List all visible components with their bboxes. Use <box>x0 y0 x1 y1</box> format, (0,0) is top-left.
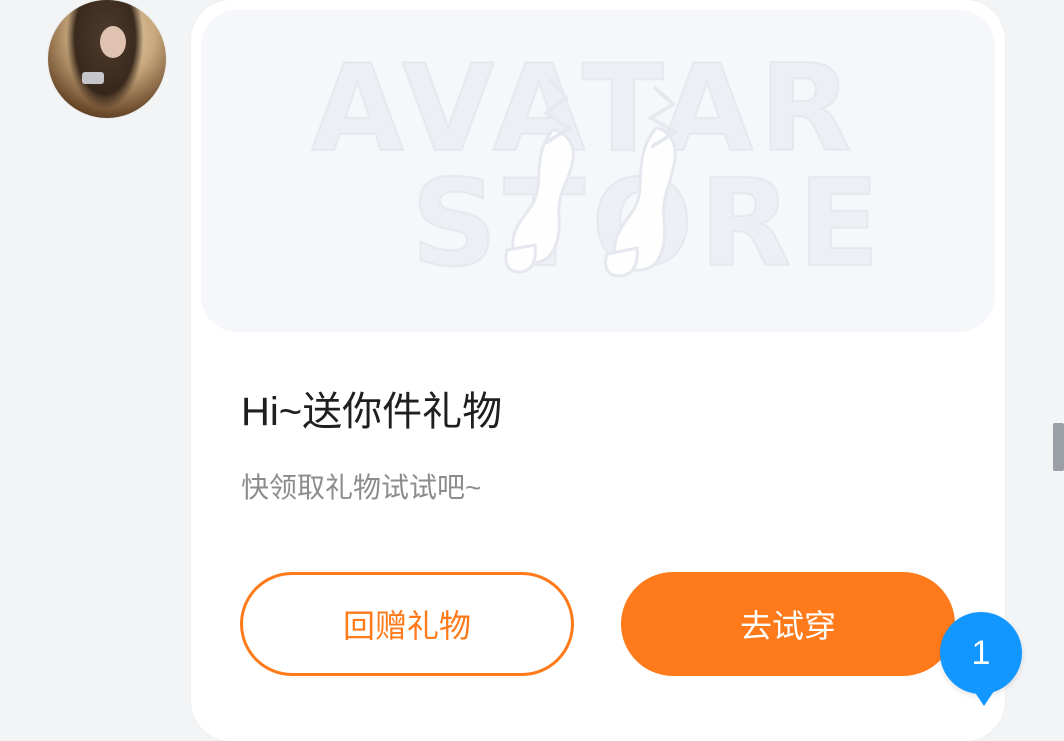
left-shoe-body <box>511 128 575 265</box>
avatar-face <box>100 26 126 58</box>
unread-badge-tail <box>972 688 996 706</box>
gift-back-button[interactable]: 回赠礼物 <box>240 572 574 676</box>
try-on-button[interactable]: 去试穿 <box>621 572 955 676</box>
gift-message-title: Hi~送你件礼物 <box>241 390 503 434</box>
gift-message-subtitle: 快领取礼物试试吧~ <box>241 472 482 503</box>
sender-avatar[interactable] <box>48 0 166 118</box>
avatar-phone <box>82 72 104 84</box>
gift-shoes-image <box>504 78 679 278</box>
left-shoe-heel <box>504 243 537 274</box>
right-shoe-body <box>613 126 677 272</box>
unread-count-badge: 1 <box>940 612 1022 694</box>
gift-banner: AVATAR STORE <box>201 10 995 332</box>
scrollbar-thumb[interactable] <box>1053 423 1064 471</box>
right-shoe-heel <box>604 246 639 278</box>
